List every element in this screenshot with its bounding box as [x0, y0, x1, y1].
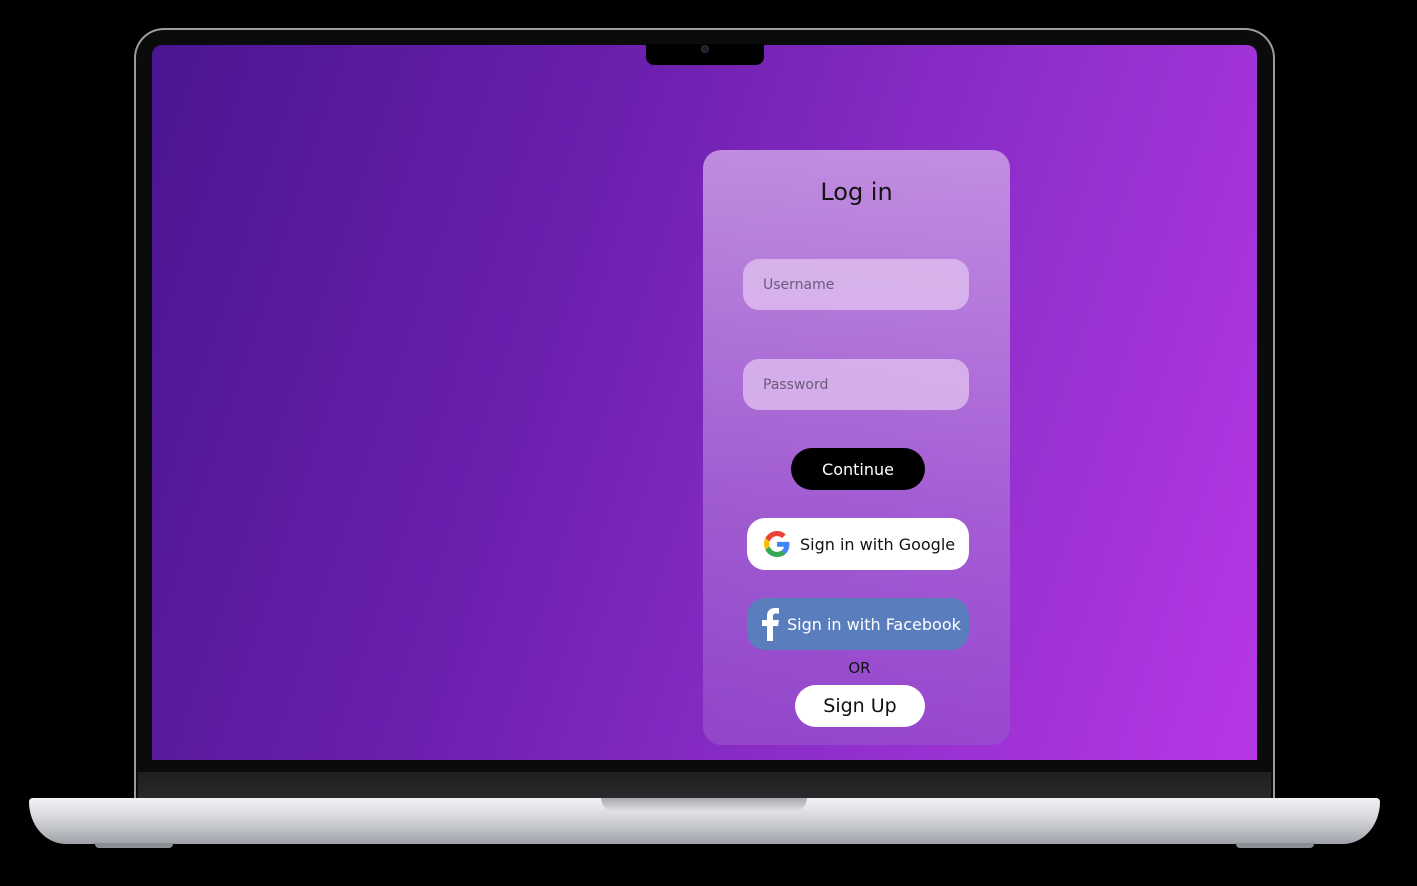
- continue-button[interactable]: Continue: [791, 448, 925, 490]
- signup-button[interactable]: Sign Up: [795, 685, 925, 727]
- login-card: Log in Continue Sign in with Google: [703, 150, 1010, 745]
- google-icon: [764, 531, 790, 557]
- username-input[interactable]: [743, 259, 969, 310]
- password-input[interactable]: [743, 359, 969, 410]
- google-signin-button[interactable]: Sign in with Google: [747, 518, 969, 570]
- laptop-foot-left: [95, 843, 173, 848]
- facebook-signin-label: Sign in with Facebook: [787, 614, 961, 634]
- laptop-thumb-groove: [601, 798, 807, 812]
- laptop-screen: Log in Continue Sign in with Google: [152, 45, 1257, 760]
- or-divider: OR: [848, 659, 871, 677]
- laptop-chin: [138, 772, 1271, 799]
- login-title: Log in: [820, 178, 893, 206]
- google-signin-label: Sign in with Google: [800, 534, 956, 554]
- stage: Log in Continue Sign in with Google: [0, 0, 1417, 886]
- facebook-icon: [761, 607, 779, 641]
- facebook-signin-button[interactable]: Sign in with Facebook: [747, 598, 969, 650]
- laptop-foot-right: [1236, 843, 1314, 848]
- camera-icon: [701, 45, 709, 53]
